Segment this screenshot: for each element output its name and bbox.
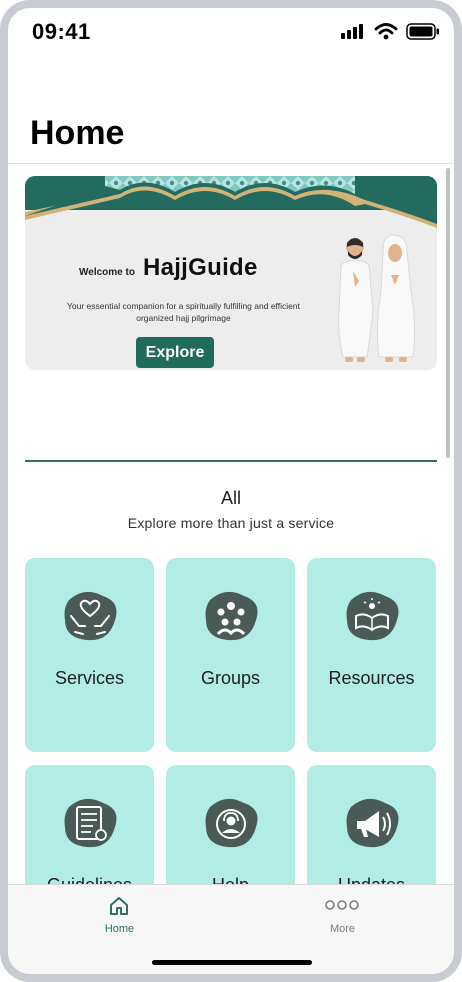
section-title: All [220, 488, 241, 508]
tab-more-label: More [329, 923, 356, 935]
checklist-icon [64, 798, 117, 848]
cellular-signal-icon [341, 24, 363, 39]
category-tile-resources[interactable]: Resources [307, 558, 436, 752]
banner-heading: Welcome to HajjGuide [79, 254, 258, 282]
megaphone-icon [346, 798, 399, 848]
tab-home-label: Home [104, 923, 135, 935]
banner-tagline: Your essential companion for a spiritual… [67, 301, 300, 323]
page-title: Home [30, 114, 125, 152]
category-tile-services[interactable]: Services [25, 558, 154, 752]
people-group-icon [205, 591, 258, 641]
status-bar: 09:41 [8, 8, 454, 56]
scrollbar-thumb[interactable] [446, 168, 450, 458]
category-label: Resources [328, 668, 415, 688]
tab-more[interactable]: More [231, 885, 454, 945]
category-label: Services [54, 668, 125, 688]
category-label: Groups [200, 668, 261, 688]
tab-bar: Home More [8, 884, 454, 974]
welcome-banner[interactable]: Welcome to HajjGuide Your essential comp… [25, 176, 437, 370]
open-book-icon [346, 591, 399, 641]
section-divider [25, 460, 437, 462]
phone-frame: 09:41 Home Welcome to HajjGuide Your ess… [0, 0, 462, 982]
status-time: 09:41 [32, 19, 91, 44]
support-agent-icon [205, 798, 258, 848]
category-tile-groups[interactable]: Groups [166, 558, 295, 752]
banner-welcome-text: Welcome to [79, 267, 135, 278]
heart-hands-icon [64, 591, 117, 641]
status-icons [340, 22, 440, 40]
home-indicator[interactable] [152, 960, 312, 965]
wifi-icon [374, 23, 398, 40]
pilgrims-illustration [338, 234, 416, 362]
section-subtitle: Explore more than just a service [127, 515, 335, 531]
explore-button[interactable]: Explore [136, 337, 214, 368]
tab-home[interactable]: Home [8, 885, 231, 945]
home-icon [110, 897, 128, 915]
title-divider [8, 163, 454, 164]
battery-icon [406, 22, 439, 40]
more-dots-icon [325, 900, 359, 910]
banner-brand-name: HajjGuide [142, 254, 258, 281]
